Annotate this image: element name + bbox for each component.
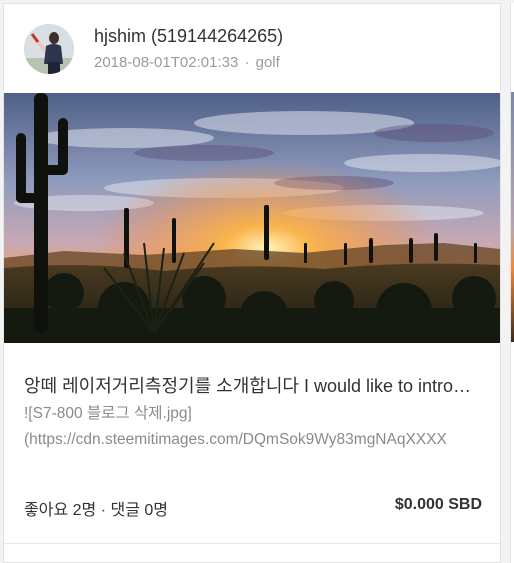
card-divider <box>4 543 500 544</box>
author-avatar[interactable] <box>24 24 74 74</box>
post-excerpt: ![S7-800 블로그 삭제.jpg] (https://cdn.steemi… <box>24 401 479 453</box>
post-meta: 2018-08-01T02:01:33 · golf <box>94 54 280 71</box>
likes-count[interactable]: 좋아요 2명 <box>24 502 96 519</box>
post-excerpt-line: ![S7-800 블로그 삭제.jpg] <box>24 405 192 422</box>
post-footer: 좋아요 2명 · 댓글 0명 $0.000 SBD <box>24 496 482 522</box>
post-title[interactable]: 앙떼 레이저거리측정기를 소개합니다 I would like to intro… <box>24 374 479 398</box>
post-excerpt-line: (https://cdn.steemitimages.com/DQmSok9Wy… <box>24 431 447 448</box>
meta-separator: · <box>244 54 250 71</box>
payout-amount: $0.000 SBD <box>394 496 482 513</box>
post-header: hjshim (519144264265) 2018-08-01T02:01:3… <box>4 4 500 94</box>
post-card[interactable]: hjshim (519144264265) 2018-08-01T02:01:3… <box>3 3 501 563</box>
post-timestamp: 2018-08-01T02:01:33 <box>94 54 239 71</box>
author-name[interactable]: hjshim (519144264265) <box>94 26 283 47</box>
stats-separator: · <box>100 502 107 519</box>
desert-sunset-photo-icon <box>4 93 500 343</box>
comments-count[interactable]: 댓글 0명 <box>110 502 168 519</box>
next-post-card[interactable] <box>510 3 514 563</box>
golfer-avatar-icon <box>24 24 74 74</box>
post-stats: 좋아요 2명 · 댓글 0명 <box>24 496 168 520</box>
post-body: 앙떼 레이저거리측정기를 소개합니다 I would like to intro… <box>24 374 479 453</box>
post-tag[interactable]: golf <box>256 54 280 71</box>
post-thumbnail[interactable] <box>4 93 500 343</box>
